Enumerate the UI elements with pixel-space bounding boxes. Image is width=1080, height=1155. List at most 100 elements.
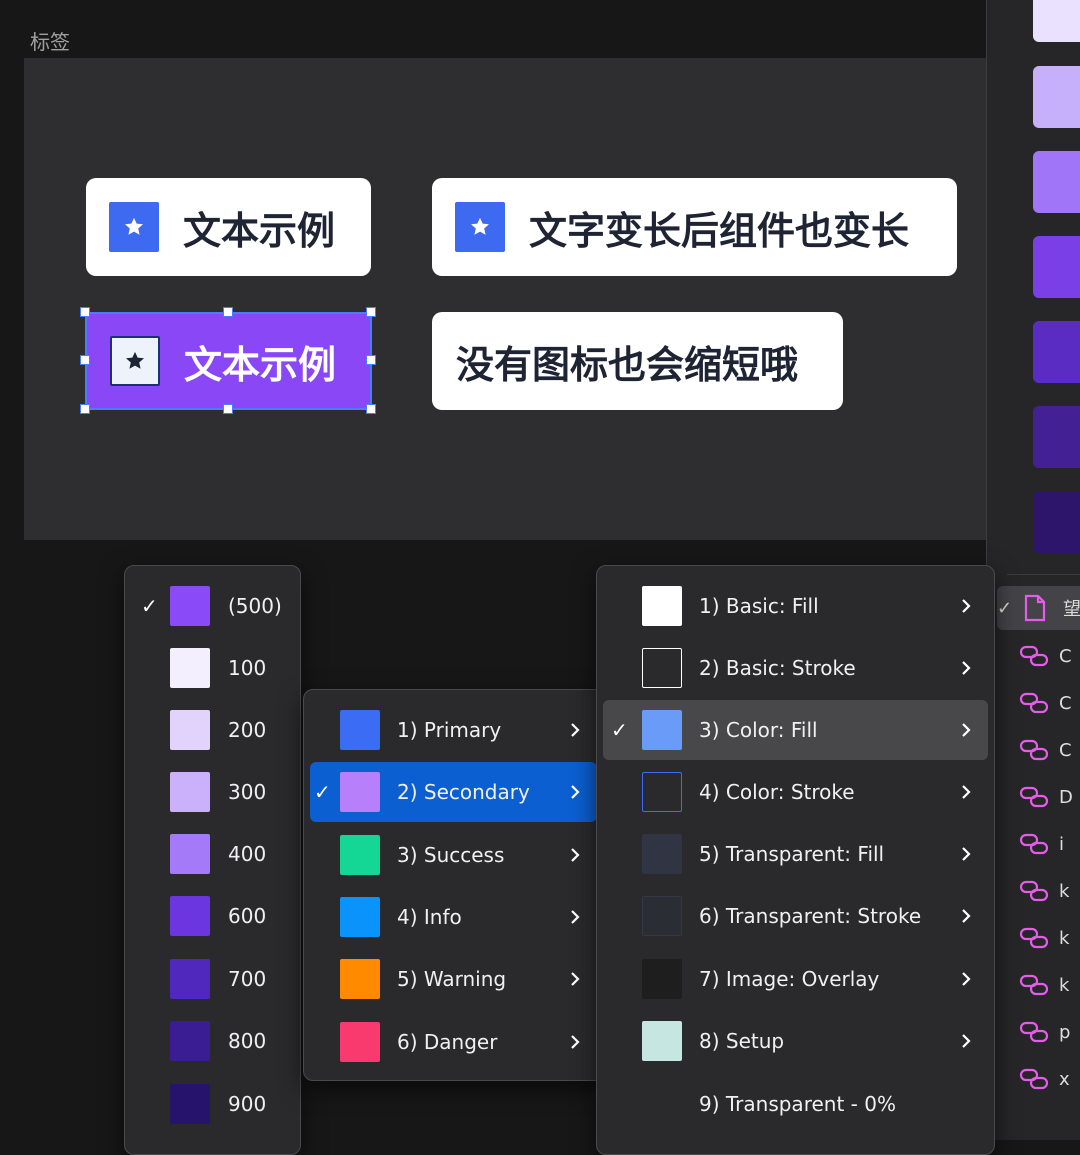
menu-item-info[interactable]: 4) Info	[310, 887, 597, 947]
star-icon	[110, 336, 160, 386]
chevron-right-icon	[571, 1035, 580, 1049]
menu-item-label: 2) Basic: Stroke	[699, 656, 856, 680]
panel-item-label: k	[1059, 880, 1070, 902]
menu-item-transparent-stroke[interactable]: 6) Transparent: Stroke	[603, 886, 988, 946]
panel-list-item[interactable]: k	[997, 916, 1080, 960]
panel-swatch[interactable]	[1033, 406, 1080, 468]
panel-divider	[1007, 574, 1080, 575]
panel-list-item[interactable]: D	[997, 775, 1080, 819]
menu-item-shade-900[interactable]: 900	[131, 1074, 294, 1134]
panel-list-item[interactable]: i	[997, 822, 1080, 866]
menu-item-warning[interactable]: 5) Warning	[310, 949, 597, 1009]
panel-list-item[interactable]: k	[997, 963, 1080, 1007]
menu-item-basic-fill[interactable]: 1) Basic: Fill	[603, 576, 988, 636]
panel-item-label: 望	[1063, 599, 1080, 620]
panel-swatch[interactable]	[1033, 321, 1080, 383]
chevron-right-icon	[962, 785, 971, 799]
resize-handle-right[interactable]	[366, 355, 376, 365]
link-icon	[1019, 1018, 1051, 1046]
link-icon	[1019, 689, 1051, 717]
menu-item-shade-100[interactable]: 100	[131, 638, 294, 698]
panel-swatch[interactable]	[1033, 236, 1080, 298]
panel-list-item[interactable]: k	[997, 869, 1080, 913]
color-swatch	[170, 772, 210, 812]
resize-handle-bottom-right[interactable]	[366, 404, 376, 414]
color-swatch	[642, 586, 682, 626]
color-swatch	[340, 772, 380, 812]
panel-swatch[interactable]	[1033, 491, 1080, 553]
color-swatch	[170, 710, 210, 750]
panel-item-label: k	[1059, 974, 1070, 996]
right-panel: ✓ 望 C C C D i k k k p x	[986, 0, 1080, 1140]
tag-example-1[interactable]: 文本示例	[86, 178, 371, 276]
color-swatch	[170, 586, 210, 626]
menu-item-label: 400	[228, 842, 267, 866]
menu-item-basic-stroke[interactable]: 2) Basic: Stroke	[603, 638, 988, 698]
menu-item-label: 200	[228, 718, 267, 742]
color-swatch	[340, 1022, 380, 1062]
resize-handle-left[interactable]	[80, 355, 90, 365]
panel-item-label: C	[1059, 739, 1072, 761]
resize-handle-top-left[interactable]	[80, 307, 90, 317]
tag-example-selected[interactable]: 文本示例	[85, 312, 372, 410]
star-icon	[455, 202, 505, 252]
panel-list-item[interactable]: p	[997, 1010, 1080, 1054]
menu-item-label: 700	[228, 967, 267, 991]
tag-example-no-icon[interactable]: 没有图标也会缩短哦	[432, 312, 843, 410]
menu-item-label: 4) Color: Stroke	[699, 780, 855, 804]
menu-item-label: 3) Color: Fill	[699, 718, 818, 742]
menu-item-primary[interactable]: 1) Primary	[310, 700, 597, 760]
menu-item-success[interactable]: 3) Success	[310, 825, 597, 885]
resize-handle-bottom[interactable]	[223, 404, 233, 414]
menu-item-color-stroke[interactable]: 4) Color: Stroke	[603, 762, 988, 822]
color-swatch	[170, 1021, 210, 1061]
menu-item-shade-200[interactable]: 200	[131, 700, 294, 760]
resize-handle-bottom-left[interactable]	[80, 404, 90, 414]
menu-item-color-fill[interactable]: ✓ 3) Color: Fill	[603, 700, 988, 760]
design-canvas[interactable]: 文本示例 文字变长后组件也变长 文本示例 没有图标也会缩短哦	[24, 58, 986, 540]
menu-item-transparent-0[interactable]: 9) Transparent - 0%	[603, 1074, 988, 1134]
link-icon	[1019, 877, 1051, 905]
chevron-right-icon	[962, 723, 971, 737]
menu-item-secondary[interactable]: ✓ 2) Secondary	[310, 762, 597, 822]
menu-item-setup[interactable]: 8) Setup	[603, 1011, 988, 1071]
menu-item-label: 3) Success	[397, 843, 505, 867]
menu-item-label: 1) Basic: Fill	[699, 594, 819, 618]
menu-item-shade-800[interactable]: 800	[131, 1011, 294, 1071]
panel-list-item[interactable]: C	[997, 728, 1080, 772]
chevron-right-icon	[962, 661, 971, 675]
color-swatch	[170, 1084, 210, 1124]
menu-item-shade-500[interactable]: ✓ (500)	[131, 576, 294, 636]
panel-list-item[interactable]: C	[997, 634, 1080, 678]
checkmark-icon: ✓	[141, 594, 158, 618]
menu-item-transparent-fill[interactable]: 5) Transparent: Fill	[603, 824, 988, 884]
menu-item-label: 800	[228, 1029, 267, 1053]
menu-item-label: 7) Image: Overlay	[699, 967, 880, 991]
color-swatch	[170, 896, 210, 936]
link-icon	[1019, 1065, 1051, 1093]
section-label: 标签	[30, 30, 70, 54]
panel-swatch[interactable]	[1033, 151, 1080, 213]
panel-swatch[interactable]	[1033, 0, 1080, 42]
menu-item-image-overlay[interactable]: 7) Image: Overlay	[603, 949, 988, 1009]
star-icon	[109, 202, 159, 252]
chevron-right-icon	[962, 847, 971, 861]
chevron-right-icon	[962, 909, 971, 923]
menu-item-shade-600[interactable]: 600	[131, 886, 294, 946]
menu-item-shade-700[interactable]: 700	[131, 949, 294, 1009]
menu-item-danger[interactable]: 6) Danger	[310, 1012, 597, 1072]
panel-list-item[interactable]: x	[997, 1057, 1080, 1101]
chevron-right-icon	[962, 972, 971, 986]
panel-swatch[interactable]	[1033, 66, 1080, 128]
tag-example-2[interactable]: 文字变长后组件也变长	[432, 178, 957, 276]
menu-item-shade-300[interactable]: 300	[131, 762, 294, 822]
tag-label: 文字变长后组件也变长	[529, 208, 910, 253]
color-swatch	[642, 648, 682, 688]
panel-list-item[interactable]: ✓ 望	[997, 586, 1080, 630]
menu-item-shade-400[interactable]: 400	[131, 824, 294, 884]
resize-handle-top-right[interactable]	[366, 307, 376, 317]
menu-item-label: 5) Transparent: Fill	[699, 842, 885, 866]
menu-item-label: 5) Warning	[397, 967, 507, 991]
panel-list-item[interactable]: C	[997, 681, 1080, 725]
resize-handle-top[interactable]	[223, 307, 233, 317]
